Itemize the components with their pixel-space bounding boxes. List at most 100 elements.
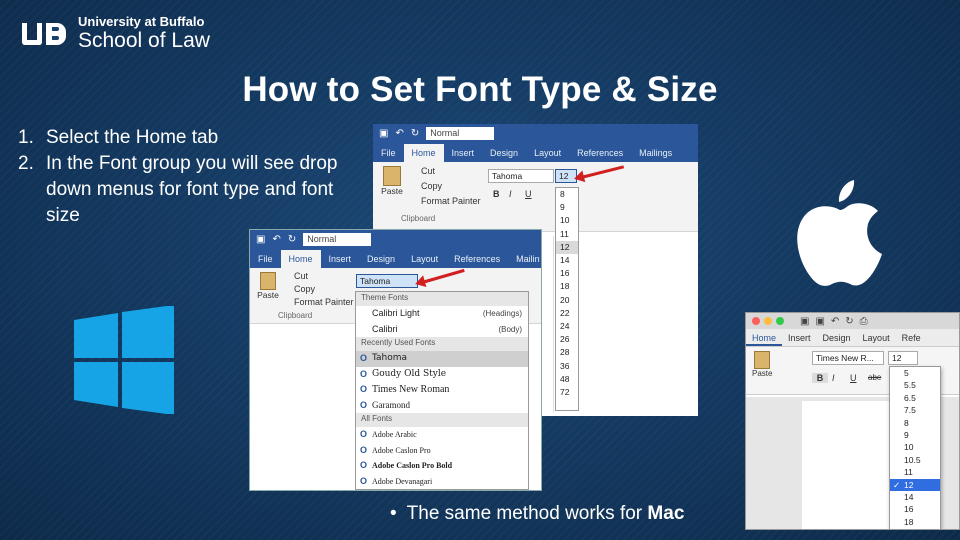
tab-file[interactable]: File [250, 250, 281, 268]
paste-button[interactable]: Paste [379, 166, 405, 196]
size-option[interactable]: 11 [556, 228, 578, 241]
underline-button[interactable]: U [850, 373, 857, 383]
italic-button[interactable]: I [509, 189, 512, 199]
format-painter-button[interactable]: Format Painter [421, 196, 481, 206]
size-option[interactable]: 18 [890, 516, 940, 528]
underline-button[interactable]: U [525, 189, 532, 199]
size-option[interactable]: 8 [556, 188, 578, 201]
tab-file[interactable]: File [373, 144, 404, 162]
undo-icon[interactable]: ↶ [272, 234, 280, 245]
size-option-selected[interactable]: 12 [556, 240, 578, 255]
style-dropdown[interactable]: Normal [426, 126, 495, 140]
tab-layout[interactable]: Layout [403, 250, 446, 268]
size-option[interactable]: 9 [556, 201, 578, 214]
style-dropdown[interactable]: Normal [303, 232, 372, 246]
tab-references[interactable]: Refe [896, 329, 927, 346]
font-option[interactable]: Calibri Light (Headings) [356, 306, 528, 322]
bold-button[interactable]: B [812, 373, 828, 383]
size-option[interactable]: 14 [556, 254, 578, 267]
font-option[interactable]: O Times New Roman [356, 382, 528, 398]
size-option[interactable]: 16 [556, 267, 578, 280]
font-option[interactable]: O Garamond [356, 398, 528, 414]
clipboard-icon [754, 351, 771, 369]
tab-design[interactable]: Design [482, 144, 526, 162]
font-option[interactable]: O Adobe Devanagari [356, 474, 528, 490]
font-name-box[interactable]: Tahoma [356, 274, 418, 288]
repeat-icon[interactable]: ↻ [411, 128, 419, 139]
italic-button[interactable]: I [832, 373, 835, 383]
ribbon-tabs: Home Insert Design Layout Refe [746, 329, 959, 347]
size-option[interactable]: 16 [890, 503, 940, 515]
tab-home[interactable]: Home [280, 250, 321, 268]
size-option[interactable]: 10.5 [890, 454, 940, 466]
size-option[interactable]: 9 [890, 429, 940, 441]
size-option[interactable]: 18 [556, 280, 578, 293]
cut-button[interactable]: Cut [294, 271, 308, 281]
size-option[interactable]: 5 [890, 367, 940, 379]
tab-layout[interactable]: Layout [526, 144, 569, 162]
font-size-box[interactable]: 12 [888, 351, 918, 365]
footer-note: • The same method works for Mac [390, 503, 684, 525]
step-2: 2. In the Font group you will see drop do… [18, 151, 348, 229]
size-option[interactable]: 7.5 [890, 404, 940, 416]
tab-design[interactable]: Design [817, 329, 857, 346]
undo-icon[interactable]: ↶ [395, 128, 403, 139]
paste-label: Paste [752, 369, 773, 378]
close-window-icon[interactable] [752, 317, 760, 325]
bold-button[interactable]: B [493, 189, 500, 199]
tab-insert[interactable]: Insert [321, 250, 360, 268]
size-option[interactable]: 26 [556, 333, 578, 346]
tab-insert[interactable]: Insert [444, 144, 483, 162]
font-option-selected[interactable]: O Tahoma [356, 351, 528, 367]
tab-layout[interactable]: Layout [857, 329, 896, 346]
zoom-window-icon[interactable] [776, 317, 784, 325]
size-option[interactable]: 48 [556, 373, 578, 386]
tab-home[interactable]: Home [746, 329, 783, 346]
tab-references[interactable]: References [569, 144, 631, 162]
tab-home[interactable]: Home [403, 144, 444, 162]
size-option[interactable]: 24 [556, 320, 578, 333]
cut-button[interactable]: Cut [421, 166, 435, 176]
save-icon[interactable]: ▣ [379, 128, 388, 139]
size-option-selected[interactable]: ✓ 12 [890, 478, 940, 492]
size-option[interactable]: 14 [890, 491, 940, 503]
tab-design[interactable]: Design [359, 250, 403, 268]
tab-references[interactable]: References [446, 250, 508, 268]
font-option[interactable]: O Goudy Old Style [356, 367, 528, 383]
size-option[interactable]: 5.5 [890, 379, 940, 391]
font-name-box[interactable]: Times New R... [812, 351, 884, 365]
size-option[interactable]: 22 [556, 307, 578, 320]
tab-insert[interactable]: Insert [782, 329, 817, 346]
tab-mailings[interactable]: Mailin [508, 250, 541, 268]
size-option[interactable]: 28 [556, 346, 578, 359]
font-option[interactable]: Calibri (Body) [356, 322, 528, 338]
size-option[interactable]: 10 [890, 441, 940, 453]
font-option-name: Garamond [372, 399, 410, 410]
minimize-window-icon[interactable] [764, 317, 772, 325]
size-option[interactable]: 6.5 [890, 392, 940, 404]
size-option[interactable]: 8 [890, 417, 940, 429]
font-name-box[interactable]: Tahoma [488, 169, 554, 183]
size-option[interactable]: 11 [890, 466, 940, 478]
format-painter-button[interactable]: Format Painter [294, 297, 354, 307]
repeat-icon[interactable]: ↻ [288, 234, 296, 245]
paste-button[interactable]: Paste [256, 272, 280, 300]
size-option[interactable]: 20 [556, 294, 578, 307]
font-option[interactable]: O Adobe Caslon Pro [356, 443, 528, 459]
size-option[interactable]: 10 [556, 214, 578, 227]
font-option[interactable]: O Adobe Arabic [356, 427, 528, 443]
font-option[interactable]: O Adobe Caslon Pro Bold [356, 458, 528, 474]
copy-button[interactable]: Copy [294, 284, 315, 294]
paste-button[interactable]: Paste [752, 351, 772, 378]
size-option[interactable]: 36 [556, 360, 578, 373]
save-icon[interactable]: ▣ [256, 234, 265, 245]
copy-button[interactable]: Copy [421, 181, 442, 191]
paste-label: Paste [381, 186, 403, 196]
step-number: 1. [18, 127, 34, 148]
tab-mailings[interactable]: Mailings [631, 144, 680, 162]
ub-logo-mark [22, 20, 70, 48]
size-option[interactable]: 72 [556, 386, 578, 399]
strikethrough-button[interactable]: abe [868, 373, 881, 382]
step-text: In the Font group you will see drop down… [46, 153, 338, 226]
font-option-name: Calibri Light [372, 308, 420, 318]
